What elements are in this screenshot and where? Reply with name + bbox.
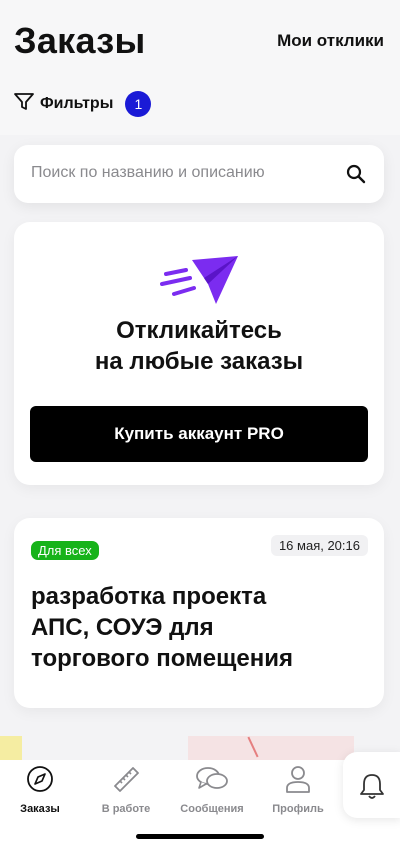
search-icon[interactable] xyxy=(346,164,366,189)
tab-in-progress[interactable]: В работе xyxy=(86,764,166,815)
audience-tag: Для всех xyxy=(31,541,99,560)
ruler-icon xyxy=(111,767,141,798)
top-bar: Заказы Мои отклики Фильтры 1 xyxy=(0,0,400,135)
my-replies-link[interactable]: Мои отклики xyxy=(277,31,384,51)
compass-icon xyxy=(25,766,55,798)
promo-title-line: на любые заказы xyxy=(94,348,304,375)
order-title-line: торгового помещения xyxy=(31,645,293,672)
order-date: 16 мая, 20:16 xyxy=(270,535,368,556)
tab-label: Профиль xyxy=(272,803,324,815)
filters-count-badge: 1 xyxy=(125,90,152,117)
promo-title-line: Откликайтесь xyxy=(116,317,282,344)
home-indicator xyxy=(136,834,264,839)
order-card[interactable]: Для всех 16 мая, 20:16 разработка проект… xyxy=(14,518,384,708)
filter-icon xyxy=(12,89,36,118)
chat-icon xyxy=(195,767,229,798)
tab-label: Сообщения xyxy=(180,803,244,815)
order-title-line: АПС, СОУЭ для xyxy=(31,614,214,641)
page-title: Заказы xyxy=(14,20,146,61)
search-input[interactable]: Поиск по названию и описанию xyxy=(14,145,384,203)
profile-icon xyxy=(283,766,313,798)
tab-label: В работе xyxy=(101,803,151,815)
promo-title: Откликайтесь на любые заказы xyxy=(14,315,384,377)
pro-promo-card: Откликайтесь на любые заказы Купить акка… xyxy=(14,222,384,485)
filters-button[interactable]: Фильтры 1 xyxy=(12,89,152,118)
search-placeholder: Поиск по названию и описанию xyxy=(31,164,265,181)
tab-label: Заказы xyxy=(20,803,60,815)
filters-label: Фильтры xyxy=(40,94,114,112)
paper-plane-icon xyxy=(160,252,240,313)
tab-orders[interactable]: Заказы xyxy=(0,764,80,815)
notifications-button[interactable] xyxy=(343,752,400,818)
tab-profile[interactable]: Профиль xyxy=(258,764,338,815)
buy-pro-button[interactable]: Купить аккаунт PRO xyxy=(30,406,368,462)
order-title-line: разработка проекта xyxy=(31,583,267,610)
tab-messages[interactable]: Сообщения xyxy=(172,764,252,815)
order-title: разработка проекта АПС, СОУЭ для торгово… xyxy=(31,581,351,674)
